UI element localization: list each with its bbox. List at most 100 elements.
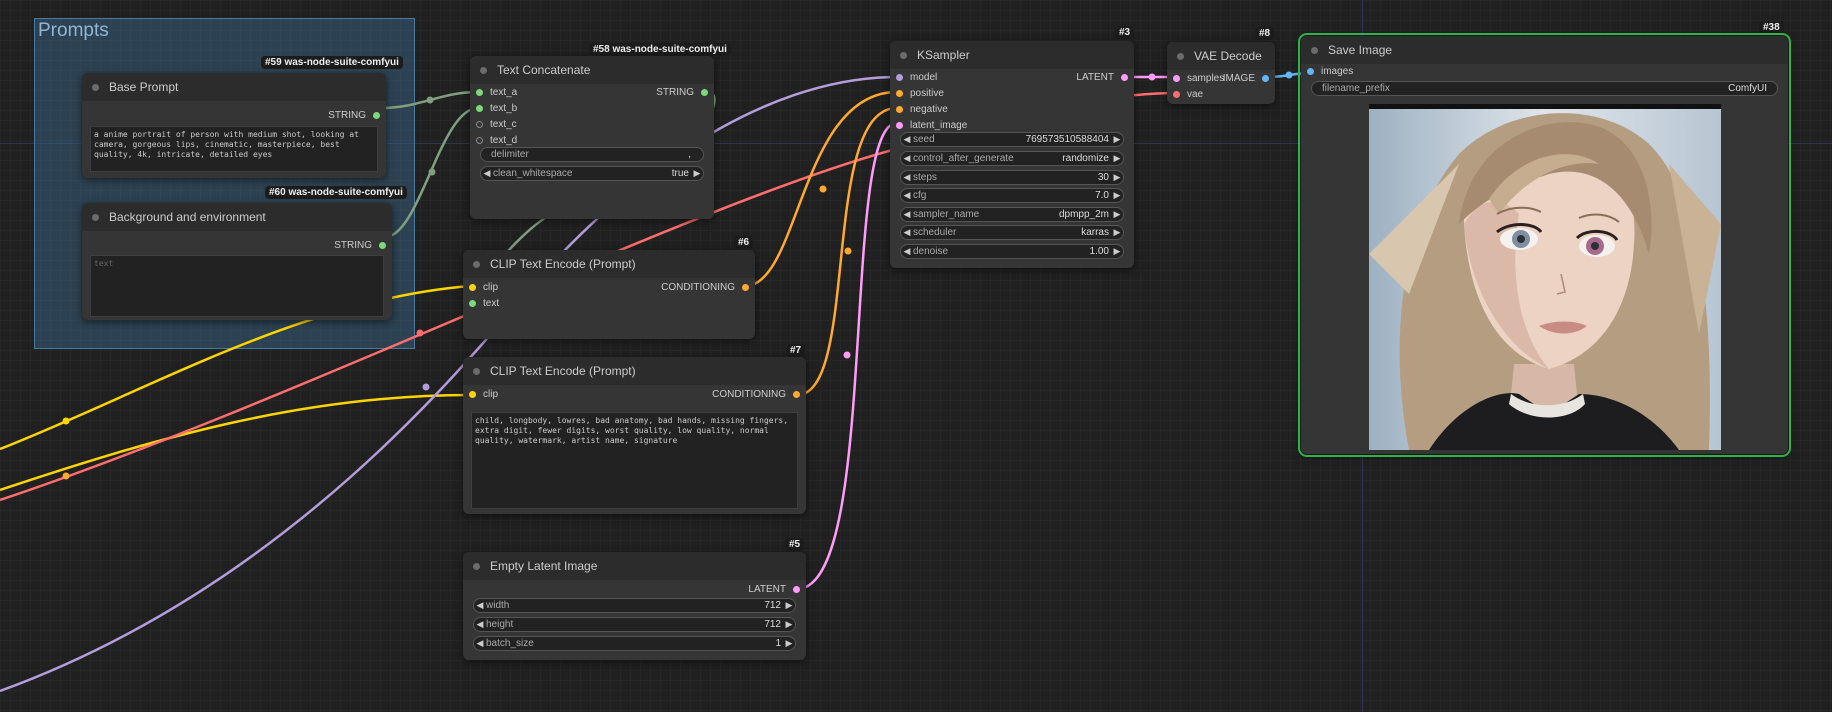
arrow-left-icon[interactable]: ◀ <box>901 227 913 238</box>
slot-dot-icon[interactable] <box>373 111 380 119</box>
vae-decode-node[interactable]: VAE Decode samples IMAGE vae <box>1167 42 1275 104</box>
scheduler-widget[interactable]: ◀ scheduler karras ▶ <box>900 225 1124 240</box>
node-header[interactable]: VAE Decode <box>1167 42 1275 70</box>
status-dot-icon[interactable] <box>900 51 907 59</box>
empty-latent-image-node[interactable]: Empty Latent Image LATENT ◀ width 712 ▶ … <box>463 552 806 660</box>
output-slot-string[interactable]: STRING <box>82 107 386 123</box>
arrow-right-icon[interactable]: ▶ <box>783 619 795 630</box>
input-slot-text[interactable]: text <box>463 295 755 311</box>
slot-dot-icon[interactable] <box>896 73 903 81</box>
arrow-left-icon[interactable]: ◀ <box>901 246 913 257</box>
input-slot-latent-image[interactable]: latent_image <box>890 117 1134 133</box>
ksampler-node[interactable]: KSampler model LATENT positive negative … <box>890 41 1134 268</box>
input-slot-samples[interactable]: samples IMAGE <box>1167 70 1275 86</box>
input-slot-text-a[interactable]: text_a STRING <box>470 84 714 100</box>
slot-dot-icon[interactable] <box>476 88 483 96</box>
input-slot-text-d[interactable]: text_d <box>470 132 714 148</box>
node-header[interactable]: Empty Latent Image <box>463 552 806 580</box>
input-slot-clip[interactable]: clip CONDITIONING <box>463 279 755 295</box>
status-dot-icon[interactable] <box>480 66 487 74</box>
node-header[interactable]: CLIP Text Encode (Prompt) <box>463 357 806 385</box>
slot-dot-icon[interactable] <box>476 120 483 128</box>
node-header[interactable]: Text Concatenate <box>470 56 714 84</box>
arrow-right-icon[interactable]: ▶ <box>1111 172 1123 183</box>
denoise-widget[interactable]: ◀ denoise 1.00 ▶ <box>900 244 1124 259</box>
delimiter-widget[interactable]: delimiter , <box>480 147 704 162</box>
arrow-left-icon[interactable]: ◀ <box>474 638 486 649</box>
node-header[interactable]: KSampler <box>890 41 1134 69</box>
input-slot-text-b[interactable]: text_b <box>470 100 714 116</box>
filename-prefix-widget[interactable]: filename_prefix ComfyUI <box>1311 81 1778 96</box>
arrow-right-icon[interactable]: ▶ <box>1111 209 1123 220</box>
input-slot-images[interactable]: images <box>1301 63 1788 79</box>
arrow-left-icon[interactable]: ◀ <box>481 168 493 179</box>
clip-text-encode-7-node[interactable]: CLIP Text Encode (Prompt) clip CONDITION… <box>463 357 806 514</box>
sampler-name-widget[interactable]: ◀ sampler_name dpmpp_2m ▶ <box>900 207 1124 222</box>
input-slot-text-c[interactable]: text_c <box>470 116 714 132</box>
status-dot-icon[interactable] <box>1177 52 1184 60</box>
prompt-textarea[interactable]: a anime portrait of person with medium s… <box>90 126 378 172</box>
slot-dot-icon[interactable] <box>896 105 903 113</box>
slot-dot-icon[interactable] <box>1173 90 1180 98</box>
node-header[interactable]: Background and environment <box>82 203 392 231</box>
arrow-left-icon[interactable]: ◀ <box>474 600 486 611</box>
slot-dot-icon[interactable] <box>379 241 386 249</box>
background-node[interactable]: Background and environment STRING text <box>82 203 392 320</box>
node-header[interactable]: Save Image <box>1301 36 1788 64</box>
height-widget[interactable]: ◀ height 712 ▶ <box>473 617 796 632</box>
seed-widget[interactable]: ◀ seed 769573510588404 ▶ <box>900 132 1124 147</box>
slot-dot-icon[interactable] <box>469 390 476 398</box>
input-slot-positive[interactable]: positive <box>890 85 1134 101</box>
input-slot-negative[interactable]: negative <box>890 101 1134 117</box>
slot-dot-icon[interactable] <box>476 104 483 112</box>
slot-dot-icon[interactable] <box>1121 73 1128 81</box>
arrow-left-icon[interactable]: ◀ <box>901 153 913 164</box>
node-header[interactable]: CLIP Text Encode (Prompt) <box>463 250 755 278</box>
arrow-left-icon[interactable]: ◀ <box>901 190 913 201</box>
slot-dot-icon[interactable] <box>896 121 903 129</box>
output-slot-string[interactable]: STRING <box>82 237 392 253</box>
arrow-right-icon[interactable]: ▶ <box>691 168 703 179</box>
background-textarea[interactable]: text <box>90 255 384 317</box>
node-header[interactable]: Base Prompt <box>82 73 386 101</box>
slot-dot-icon[interactable] <box>469 283 476 291</box>
cfg-widget[interactable]: ◀ cfg 7.0 ▶ <box>900 188 1124 203</box>
batch-size-widget[interactable]: ◀ batch_size 1 ▶ <box>473 636 796 651</box>
negative-prompt-textarea[interactable]: child, longbody, lowres, bad anatomy, ba… <box>471 412 798 509</box>
slot-dot-icon[interactable] <box>793 390 800 398</box>
arrow-right-icon[interactable]: ▶ <box>783 600 795 611</box>
arrow-left-icon[interactable]: ◀ <box>901 209 913 220</box>
base-prompt-node[interactable]: Base Prompt STRING a anime portrait of p… <box>82 73 386 178</box>
clean-whitespace-widget[interactable]: ◀ clean_whitespace true ▶ <box>480 166 704 181</box>
arrow-right-icon[interactable]: ▶ <box>1111 134 1123 145</box>
clip-text-encode-6-node[interactable]: CLIP Text Encode (Prompt) clip CONDITION… <box>463 250 755 339</box>
generated-image-preview[interactable] <box>1369 104 1721 450</box>
output-slot-latent[interactable]: LATENT <box>463 581 806 597</box>
arrow-right-icon[interactable]: ▶ <box>783 638 795 649</box>
status-dot-icon[interactable] <box>473 260 480 268</box>
input-slot-vae[interactable]: vae <box>1167 86 1275 102</box>
width-widget[interactable]: ◀ width 712 ▶ <box>473 598 796 613</box>
input-slot-model[interactable]: model LATENT <box>890 69 1134 85</box>
slot-dot-icon[interactable] <box>896 89 903 97</box>
status-dot-icon[interactable] <box>92 83 99 91</box>
arrow-right-icon[interactable]: ▶ <box>1111 227 1123 238</box>
status-dot-icon[interactable] <box>1311 46 1318 54</box>
control-after-generate-widget[interactable]: ◀ control_after_generate randomize ▶ <box>900 151 1124 166</box>
arrow-left-icon[interactable]: ◀ <box>901 134 913 145</box>
text-concatenate-node[interactable]: Text Concatenate text_a STRING text_b te… <box>470 56 714 219</box>
slot-dot-icon[interactable] <box>742 283 749 291</box>
arrow-right-icon[interactable]: ▶ <box>1111 153 1123 164</box>
slot-dot-icon[interactable] <box>701 88 708 96</box>
steps-widget[interactable]: ◀ steps 30 ▶ <box>900 170 1124 185</box>
slot-dot-icon[interactable] <box>1173 74 1180 82</box>
input-slot-clip[interactable]: clip CONDITIONING <box>463 386 806 402</box>
slot-dot-icon[interactable] <box>469 299 476 307</box>
arrow-right-icon[interactable]: ▶ <box>1111 190 1123 201</box>
save-image-node[interactable]: Save Image images filename_prefix ComfyU… <box>1298 33 1791 457</box>
arrow-left-icon[interactable]: ◀ <box>474 619 486 630</box>
arrow-left-icon[interactable]: ◀ <box>901 172 913 183</box>
arrow-right-icon[interactable]: ▶ <box>1111 246 1123 257</box>
status-dot-icon[interactable] <box>92 213 99 221</box>
status-dot-icon[interactable] <box>473 367 480 375</box>
